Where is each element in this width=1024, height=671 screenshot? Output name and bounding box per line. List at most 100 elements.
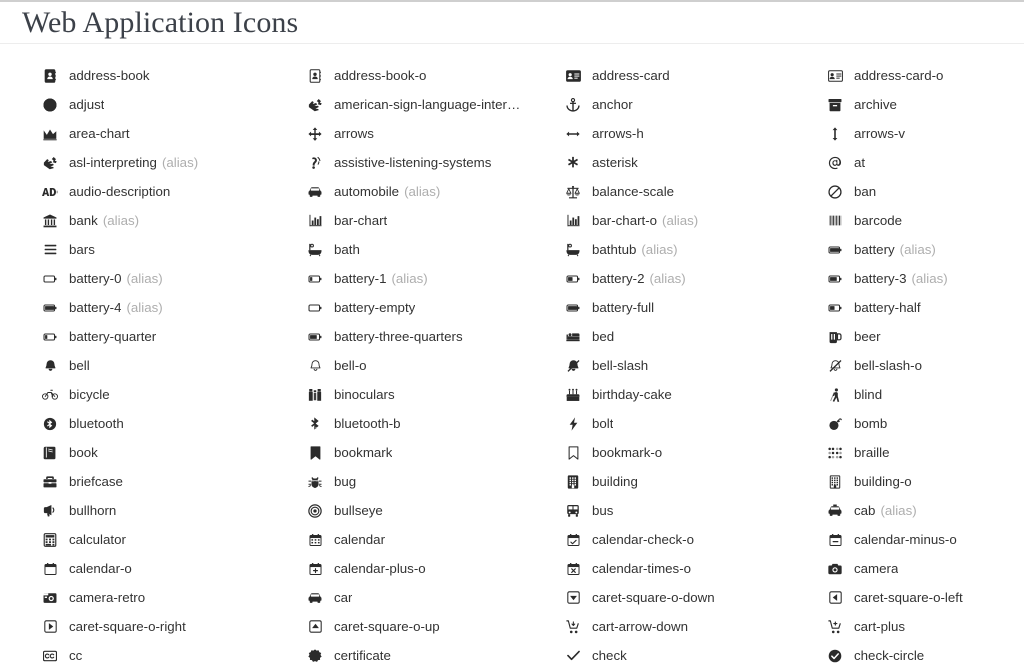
icon-item[interactable]: anchor: [563, 90, 825, 119]
icon-item[interactable]: caret-square-o-left: [825, 583, 1024, 612]
icon-item[interactable]: arrows: [305, 119, 563, 148]
icon-item[interactable]: bookmark: [305, 438, 563, 467]
icon-item[interactable]: bar-chart: [305, 206, 563, 235]
icon-item[interactable]: battery-2 (alias): [563, 264, 825, 293]
icon-item[interactable]: bell-o: [305, 351, 563, 380]
bullseye-icon: [305, 501, 325, 521]
icon-label: cart-plus: [854, 619, 905, 634]
icon-item[interactable]: calculator: [40, 525, 305, 554]
icon-item[interactable]: bullseye: [305, 496, 563, 525]
icon-item[interactable]: briefcase: [40, 467, 305, 496]
icon-item[interactable]: calendar-o: [40, 554, 305, 583]
icon-item[interactable]: calendar-minus-o: [825, 525, 1024, 554]
icon-label: assistive-listening-systems: [334, 155, 492, 170]
icon-label: bus: [592, 503, 614, 518]
icon-item[interactable]: cart-arrow-down: [563, 612, 825, 641]
icon-item[interactable]: caret-square-o-down: [563, 583, 825, 612]
icon-item[interactable]: caret-square-o-right: [40, 612, 305, 641]
icon-item[interactable]: calendar-plus-o: [305, 554, 563, 583]
icon-item[interactable]: book: [40, 438, 305, 467]
ban-icon: [825, 182, 845, 202]
icon-item[interactable]: area-chart: [40, 119, 305, 148]
icon-item[interactable]: cc: [40, 641, 305, 670]
icon-item[interactable]: asterisk: [563, 148, 825, 177]
icon-item[interactable]: bluetooth: [40, 409, 305, 438]
icon-item[interactable]: blind: [825, 380, 1024, 409]
icon-item[interactable]: braille: [825, 438, 1024, 467]
icon-item[interactable]: bug: [305, 467, 563, 496]
icon-item[interactable]: battery-4 (alias): [40, 293, 305, 322]
icon-label: area-chart: [69, 126, 130, 141]
icon-label: caret-square-o-left: [854, 590, 963, 605]
icon-item[interactable]: bar-chart-o (alias): [563, 206, 825, 235]
icon-item[interactable]: bolt: [563, 409, 825, 438]
icon-item[interactable]: camera-retro: [40, 583, 305, 612]
icon-item[interactable]: battery (alias): [825, 235, 1024, 264]
icon-item[interactable]: binoculars: [305, 380, 563, 409]
icon-item[interactable]: bicycle: [40, 380, 305, 409]
icon-item[interactable]: calendar-check-o: [563, 525, 825, 554]
icon-item[interactable]: building: [563, 467, 825, 496]
bell-slash-icon: [563, 356, 583, 376]
icon-item[interactable]: bathtub (alias): [563, 235, 825, 264]
icon-item[interactable]: calendar-times-o: [563, 554, 825, 583]
icon-item[interactable]: bell-slash: [563, 351, 825, 380]
icon-item[interactable]: battery-half: [825, 293, 1024, 322]
icon-item[interactable]: building-o: [825, 467, 1024, 496]
icon-item[interactable]: bookmark-o: [563, 438, 825, 467]
icon-item[interactable]: address-book-o: [305, 61, 563, 90]
icon-item[interactable]: beer: [825, 322, 1024, 351]
icon-item[interactable]: american-sign-language-interpr…: [305, 90, 563, 119]
icon-item[interactable]: caret-square-o-up: [305, 612, 563, 641]
icon-item[interactable]: battery-quarter: [40, 322, 305, 351]
icon-item[interactable]: arrows-v: [825, 119, 1024, 148]
icon-item[interactable]: cart-plus: [825, 612, 1024, 641]
icon-item[interactable]: adjust: [40, 90, 305, 119]
bomb-icon: [825, 414, 845, 434]
icon-item[interactable]: audio-description: [40, 177, 305, 206]
icon-item[interactable]: asl-interpreting (alias): [40, 148, 305, 177]
alias-tag: (alias): [126, 300, 163, 315]
icon-item[interactable]: battery-three-quarters: [305, 322, 563, 351]
icon-item[interactable]: battery-1 (alias): [305, 264, 563, 293]
icon-item[interactable]: bus: [563, 496, 825, 525]
icon-item[interactable]: bell: [40, 351, 305, 380]
icon-item[interactable]: address-card: [563, 61, 825, 90]
icon-item[interactable]: bell-slash-o: [825, 351, 1024, 380]
icon-item[interactable]: bed: [563, 322, 825, 351]
icon-item[interactable]: car: [305, 583, 563, 612]
icon-item[interactable]: battery-full: [563, 293, 825, 322]
icon-item[interactable]: check: [563, 641, 825, 670]
icon-label: caret-square-o-up: [334, 619, 440, 634]
icon-item[interactable]: battery-3 (alias): [825, 264, 1024, 293]
icon-item[interactable]: certificate: [305, 641, 563, 670]
icon-label: beer: [854, 329, 881, 344]
page-header: Web Application Icons: [0, 2, 1024, 43]
icon-item[interactable]: ban: [825, 177, 1024, 206]
icon-label: address-card: [592, 68, 670, 83]
icon-item[interactable]: battery-empty: [305, 293, 563, 322]
icon-label: caret-square-o-right: [69, 619, 186, 634]
icon-item[interactable]: camera: [825, 554, 1024, 583]
icon-item[interactable]: assistive-listening-systems: [305, 148, 563, 177]
icon-item[interactable]: bars: [40, 235, 305, 264]
icon-item[interactable]: address-card-o: [825, 61, 1024, 90]
icon-item[interactable]: bomb: [825, 409, 1024, 438]
icon-item[interactable]: check-circle: [825, 641, 1024, 670]
icon-item[interactable]: arrows-h: [563, 119, 825, 148]
icon-item[interactable]: battery-0 (alias): [40, 264, 305, 293]
icon-item[interactable]: cab (alias): [825, 496, 1024, 525]
icon-item[interactable]: balance-scale: [563, 177, 825, 206]
icon-item[interactable]: calendar: [305, 525, 563, 554]
icon-item[interactable]: bank (alias): [40, 206, 305, 235]
icon-item[interactable]: birthday-cake: [563, 380, 825, 409]
alias-tag: (alias): [899, 242, 936, 257]
icon-item[interactable]: bath: [305, 235, 563, 264]
icon-item[interactable]: automobile (alias): [305, 177, 563, 206]
icon-item[interactable]: barcode: [825, 206, 1024, 235]
icon-item[interactable]: address-book: [40, 61, 305, 90]
icon-item[interactable]: archive: [825, 90, 1024, 119]
icon-item[interactable]: bullhorn: [40, 496, 305, 525]
icon-item[interactable]: at: [825, 148, 1024, 177]
icon-item[interactable]: bluetooth-b: [305, 409, 563, 438]
